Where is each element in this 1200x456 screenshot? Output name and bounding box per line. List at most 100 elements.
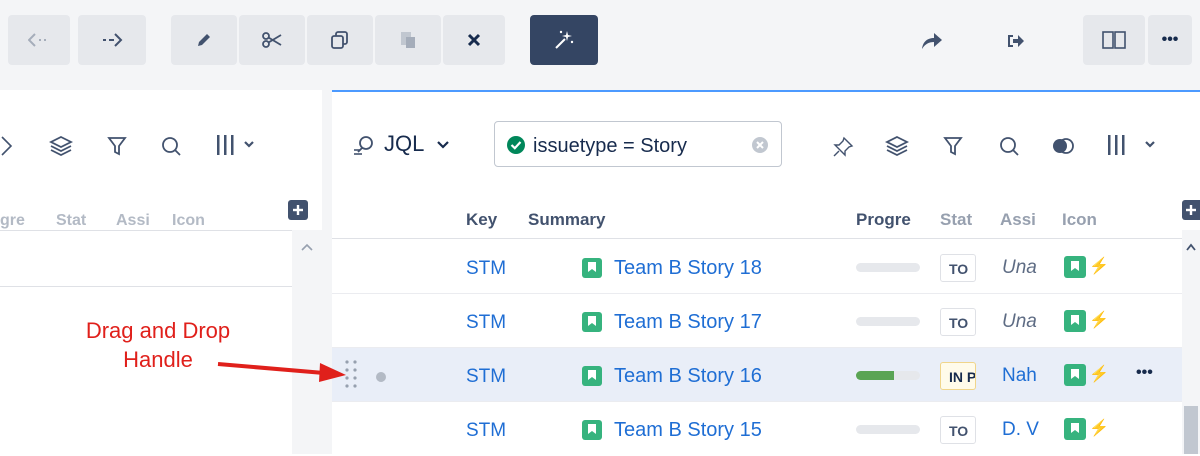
issue-summary[interactable]: Team B Story 18 xyxy=(614,257,762,280)
query-input[interactable]: issuetype = Story xyxy=(494,121,782,167)
left-header-divider xyxy=(0,230,292,231)
filter-icon[interactable] xyxy=(940,133,966,159)
pin-icon[interactable] xyxy=(830,134,856,160)
layers-icon[interactable] xyxy=(884,133,910,159)
arrow-right-icon xyxy=(103,33,123,47)
search-icon[interactable] xyxy=(996,133,1022,159)
cut-button[interactable] xyxy=(239,15,305,65)
status-badge[interactable]: IN P xyxy=(940,362,976,390)
table-row-selected[interactable]: STM Team B Story 16 IN P Nah ⚡ ••• xyxy=(332,348,1182,402)
issue-key[interactable]: STM xyxy=(466,420,506,442)
layers-icon[interactable] xyxy=(48,133,74,159)
query-mode-label: JQL xyxy=(384,131,424,156)
story-icon xyxy=(582,366,602,386)
status-badge[interactable]: TO xyxy=(940,254,976,282)
priority-icon: ⚡ xyxy=(1089,366,1109,383)
table-row[interactable]: STM Team B Story 15 TO D. V ⚡ xyxy=(332,402,1182,456)
left-col-icon[interactable]: Icon xyxy=(172,212,205,230)
priority-icon: ⚡ xyxy=(1089,258,1109,275)
more-button[interactable]: ••• xyxy=(1148,15,1192,65)
filter-icon[interactable] xyxy=(104,133,130,159)
progress-bar xyxy=(856,371,920,380)
story-icon xyxy=(582,258,602,278)
story-icon xyxy=(1064,418,1086,440)
scroll-up-icon xyxy=(301,243,313,251)
left-col-status[interactable]: Stat xyxy=(56,212,86,230)
back-button[interactable] xyxy=(8,15,70,65)
col-progress[interactable]: Progre xyxy=(856,210,911,230)
copy-button[interactable] xyxy=(307,15,373,65)
add-column-icon[interactable] xyxy=(1182,200,1200,220)
issue-key[interactable]: STM xyxy=(466,366,506,388)
col-status[interactable]: Stat xyxy=(940,210,972,230)
export-button[interactable] xyxy=(1002,28,1030,54)
magic-wand-icon xyxy=(555,30,574,49)
assignee[interactable]: Nah xyxy=(1002,365,1044,387)
story-icon xyxy=(582,312,602,332)
toggle-icon[interactable] xyxy=(1050,134,1076,158)
left-scrollbar[interactable] xyxy=(292,230,322,454)
col-key[interactable]: Key xyxy=(466,210,497,230)
scissors-icon xyxy=(262,32,282,48)
annotation-arrow xyxy=(217,362,346,382)
col-icon[interactable]: Icon xyxy=(1062,210,1097,230)
scroll-up-icon xyxy=(1186,243,1196,251)
col-summary[interactable]: Summary xyxy=(528,210,605,230)
priority-icon: ⚡ xyxy=(1089,420,1109,437)
table-row[interactable]: STM Team B Story 17 TO Una ⚡ xyxy=(332,294,1182,348)
query-text: issuetype = Story xyxy=(533,135,687,157)
split-view-button[interactable] xyxy=(1083,15,1145,65)
status-badge[interactable]: TO xyxy=(940,416,976,444)
sign-out-icon xyxy=(1008,35,1024,47)
search-icon[interactable] xyxy=(158,133,184,159)
pin-icon[interactable] xyxy=(0,134,14,158)
progress-bar xyxy=(856,263,920,272)
columns-icon xyxy=(1102,31,1126,49)
progress-bar xyxy=(856,317,920,326)
annotation-line-1: Drag and Drop xyxy=(85,318,231,343)
assignee[interactable]: Una xyxy=(1002,257,1044,279)
row-more-icon[interactable]: ••• xyxy=(1136,364,1153,382)
issue-summary[interactable]: Team B Story 15 xyxy=(614,419,762,442)
paste-icon xyxy=(401,32,415,48)
edit-button[interactable] xyxy=(171,15,237,65)
story-icon xyxy=(1064,256,1086,278)
issue-key[interactable]: STM xyxy=(466,312,506,334)
query-mode-selector[interactable]: JQL xyxy=(384,131,450,157)
left-col-progress[interactable]: gre xyxy=(0,212,25,230)
columns-menu-icon[interactable] xyxy=(1104,131,1166,159)
story-icon xyxy=(1064,364,1086,386)
right-scrollbar[interactable] xyxy=(1182,230,1200,454)
issue-summary[interactable]: Team B Story 16 xyxy=(614,365,762,388)
assignee[interactable]: Una xyxy=(1002,311,1044,333)
priority-icon: ⚡ xyxy=(1089,312,1109,329)
status-badge[interactable]: TO xyxy=(940,308,976,336)
add-column-icon[interactable] xyxy=(288,200,308,220)
col-assignee[interactable]: Assi xyxy=(1000,210,1036,230)
copy-icon xyxy=(331,31,348,49)
close-icon xyxy=(467,33,481,47)
scrollbar-thumb[interactable] xyxy=(1184,406,1198,454)
issue-summary[interactable]: Team B Story 17 xyxy=(614,311,762,334)
share-button[interactable] xyxy=(918,28,946,54)
table-row[interactable]: STM Team B Story 18 TO Una ⚡ xyxy=(332,240,1182,294)
check-circle-icon xyxy=(507,136,525,154)
row-dot-icon xyxy=(376,372,386,382)
story-icon xyxy=(1064,310,1086,332)
jql-search-icon[interactable] xyxy=(352,134,376,158)
paste-button[interactable] xyxy=(375,15,441,65)
panel-splitter[interactable] xyxy=(322,90,332,454)
assignee[interactable]: D. V xyxy=(1002,419,1044,441)
columns-menu-icon[interactable] xyxy=(214,131,258,159)
pencil-icon xyxy=(198,34,210,46)
clear-icon[interactable] xyxy=(751,136,769,154)
left-col-assignee[interactable]: Assi xyxy=(116,212,150,230)
story-icon xyxy=(582,420,602,440)
magic-button[interactable] xyxy=(530,15,598,65)
left-row-divider xyxy=(0,286,292,287)
toolbar: ••• xyxy=(0,0,1200,90)
forward-button[interactable] xyxy=(78,15,146,65)
delete-button[interactable] xyxy=(443,15,505,65)
chevron-down-icon xyxy=(436,141,449,149)
issue-key[interactable]: STM xyxy=(466,258,506,280)
